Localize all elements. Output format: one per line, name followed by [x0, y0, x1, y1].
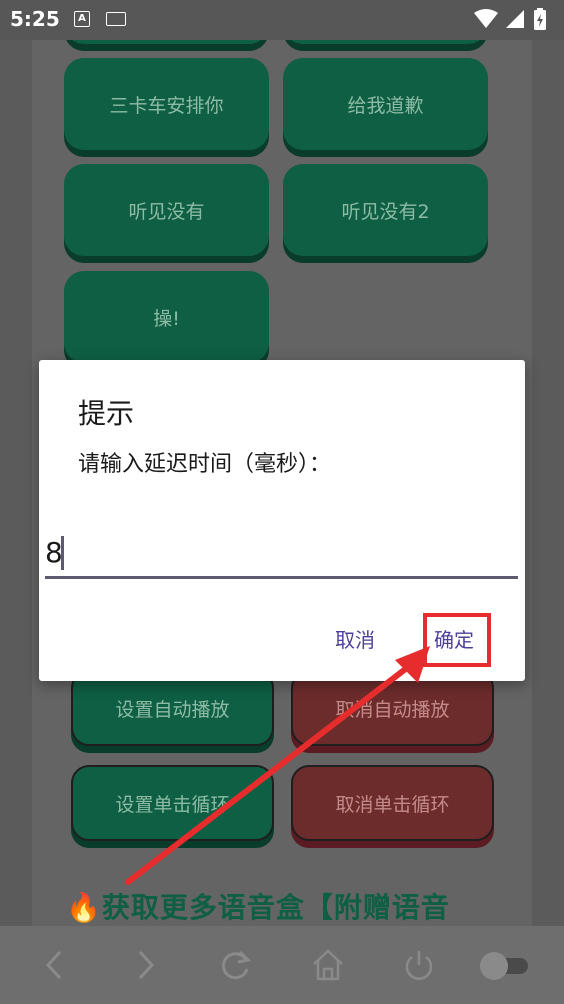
sound-button-4-label: 听见没有2 — [341, 200, 430, 223]
set-auto-play-label: 设置自动播放 — [115, 698, 230, 721]
wifi-icon — [474, 9, 498, 28]
dialog-title: 提示 — [78, 397, 135, 430]
sound-button-2-label: 给我道歉 — [347, 94, 424, 117]
status-bar: 5:25 A — [0, 0, 564, 40]
promo-link[interactable]: 🔥获取更多语音盒【附赠语音 — [66, 886, 450, 926]
sound-button-3[interactable]: 听见没有 — [64, 164, 269, 256]
sound-button-5[interactable]: 操! — [64, 271, 269, 363]
back-icon[interactable] — [40, 948, 70, 982]
battery-icon — [534, 8, 546, 30]
annotation-highlight-box — [423, 613, 491, 667]
status-icons — [472, 8, 556, 36]
toggle-switch[interactable] — [476, 950, 532, 982]
cancel-auto-play-button[interactable]: 取消自动播放 — [291, 670, 494, 746]
sound-button-5-label: 操! — [153, 307, 180, 330]
set-click-loop-button[interactable]: 设置单击循环 — [71, 765, 274, 841]
power-icon[interactable] — [402, 948, 436, 982]
status-time: 5:25 — [10, 7, 60, 31]
cancel-click-loop-button[interactable]: 取消单击循环 — [291, 765, 494, 841]
input-method-icon: A — [74, 11, 90, 27]
text-cursor — [61, 536, 64, 570]
sound-button-2[interactable]: 给我道歉 — [283, 58, 488, 150]
cancel-button[interactable]: 取消 — [335, 624, 375, 653]
set-click-loop-label: 设置单击循环 — [115, 793, 230, 816]
sound-button-4[interactable]: 听见没有2 — [283, 164, 488, 256]
cancel-click-loop-label: 取消单击循环 — [335, 793, 450, 816]
dialog-message: 请输入延迟时间（毫秒）： — [78, 452, 332, 477]
sound-button-1[interactable]: 三卡车安排你 — [64, 58, 269, 150]
promo-text: 获取更多语音盒【附赠语音 — [101, 891, 450, 924]
sound-button-3-label: 听见没有 — [128, 200, 205, 223]
keyboard-icon — [106, 12, 126, 26]
forward-icon[interactable] — [130, 948, 160, 982]
home-icon[interactable] — [310, 948, 346, 982]
browser-nav-bar — [0, 926, 564, 1004]
delay-input-container — [45, 532, 518, 579]
sound-button-1-label: 三卡车安排你 — [109, 94, 224, 117]
fire-icon: 🔥 — [66, 891, 102, 924]
delay-input[interactable] — [45, 532, 518, 572]
refresh-icon[interactable] — [218, 948, 254, 982]
cancel-auto-play-label: 取消自动播放 — [335, 698, 450, 721]
signal-icon — [506, 10, 524, 28]
set-auto-play-button[interactable]: 设置自动播放 — [71, 670, 274, 746]
